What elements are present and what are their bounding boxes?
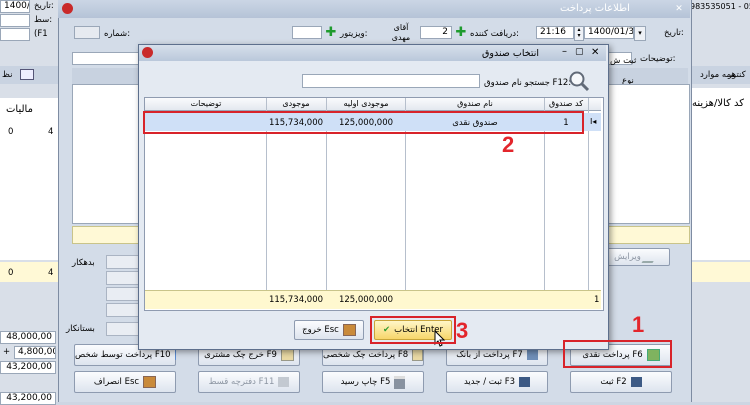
highlight-cash-payment bbox=[563, 340, 672, 368]
col-header-code[interactable]: کد صندوق bbox=[544, 99, 588, 108]
number-label: شماره: bbox=[104, 29, 130, 39]
col-header-initial[interactable]: موجودی اولیه bbox=[326, 99, 406, 108]
window-app-icon bbox=[62, 3, 73, 14]
visitor-field[interactable] bbox=[292, 26, 322, 39]
own-check-label: پرداخت چک شخصی F8 bbox=[323, 350, 408, 360]
bg-left-row-value: 0 bbox=[8, 127, 13, 137]
print-receipt-button[interactable]: چاپ رسید F5 bbox=[322, 371, 424, 393]
number-field[interactable] bbox=[74, 26, 100, 39]
bg-amount-1: 48,000,00 bbox=[0, 331, 56, 344]
add-receiver-icon[interactable]: ✚ bbox=[455, 27, 467, 39]
bg-left-grid bbox=[0, 98, 58, 260]
edit-icon bbox=[641, 251, 659, 263]
receiver-label: دریافت کننده: bbox=[470, 29, 519, 39]
bg-top-value: 983535051 - 051 bbox=[690, 2, 750, 11]
bg-amount-3: 43,200,00 bbox=[0, 361, 56, 374]
debtor-label: بدهکار bbox=[72, 258, 95, 268]
description-label: توضیحات: bbox=[640, 54, 676, 64]
dialog-search-label: جستجو نام صندوق F12: bbox=[484, 78, 571, 88]
bg-col-tax: مالیات bbox=[6, 104, 33, 115]
bg-right-grid bbox=[690, 88, 750, 260]
search-icon[interactable] bbox=[568, 70, 590, 92]
installment-book-label: دفترچه قسط F11 bbox=[209, 377, 275, 387]
annotation-step-1: 1 bbox=[632, 312, 644, 338]
bg-mail-icon[interactable] bbox=[20, 69, 34, 80]
bg-date-field[interactable]: 1400/01/31 bbox=[0, 0, 30, 13]
bank-payment-label: پرداخت از بانک F7 bbox=[456, 350, 523, 360]
dialog-maximize-icon[interactable]: ▢ bbox=[575, 47, 584, 57]
exit-esc-label: خروج Esc bbox=[302, 325, 339, 335]
all-items-label: همه موارد bbox=[700, 70, 736, 80]
dialog-app-icon bbox=[142, 47, 153, 58]
printer-icon bbox=[394, 376, 405, 389]
creditor-label: بستانکار bbox=[66, 324, 95, 334]
exit-door-icon bbox=[143, 376, 156, 388]
time-spin-icon[interactable]: ▴▾ bbox=[574, 26, 584, 41]
annotation-step-2: 2 bbox=[502, 132, 514, 158]
highlight-fund-row bbox=[143, 111, 584, 134]
highlight-select-button bbox=[370, 316, 456, 344]
bg-amount-2: 4,800,00 bbox=[14, 346, 56, 359]
save-new-label: ثبت / جدید F3 bbox=[464, 377, 515, 387]
bg-amount-4: 43,200,00 bbox=[0, 392, 56, 405]
footer-balance: 115,734,000 bbox=[267, 295, 325, 305]
person-payment-label: پرداخت توسط شخص F10 bbox=[75, 350, 171, 360]
footer-count: 1 bbox=[594, 295, 599, 305]
bg-right-sumrow bbox=[690, 262, 750, 282]
bg-small-label: نظ bbox=[2, 70, 12, 80]
add-visitor-icon[interactable]: ✚ bbox=[325, 27, 337, 39]
bg-plus-sign: + bbox=[3, 347, 10, 357]
bg-label-2: سط: bbox=[34, 15, 52, 25]
bg-left-sum-value: 0 bbox=[8, 268, 13, 278]
bg-left-digit: 4 bbox=[48, 127, 53, 137]
cash-title-fragment: ثبت ش bbox=[610, 56, 636, 66]
edit-button-label: ویرایش bbox=[614, 252, 641, 262]
save-button[interactable]: ثبت F2 bbox=[570, 371, 672, 393]
exit-icon bbox=[343, 324, 356, 336]
fund-search-input[interactable] bbox=[302, 74, 480, 88]
save-new-button[interactable]: ثبت / جدید F3 bbox=[446, 371, 548, 393]
date-label: تاریخ: bbox=[664, 28, 684, 38]
col-header-desc[interactable]: توضیحات bbox=[146, 99, 266, 108]
save-disk-icon bbox=[631, 377, 642, 387]
col-header-name[interactable]: نام صندوق bbox=[406, 99, 544, 108]
receiver-field[interactable]: 2 bbox=[420, 26, 452, 39]
bank-icon bbox=[527, 350, 538, 360]
bg-field-2[interactable] bbox=[0, 14, 30, 27]
row-indicator-icon: I◂ bbox=[590, 117, 596, 126]
cancel-label: انصراف Esc bbox=[94, 377, 139, 387]
print-receipt-label: چاپ رسید F5 bbox=[341, 377, 391, 387]
own-check-icon bbox=[412, 349, 423, 361]
bg-field-3[interactable] bbox=[0, 28, 30, 41]
dialog-title: انتخاب صندوق bbox=[482, 48, 539, 59]
customer-check-label: خرج چک مشتری F9 bbox=[204, 350, 277, 360]
payment-window-title: اطلاعات پرداخت bbox=[560, 3, 630, 14]
bg-date-label: تاریخ: bbox=[34, 1, 54, 11]
exit-esc-button[interactable]: خروج Esc bbox=[294, 320, 364, 340]
save-label: ثبت F2 bbox=[600, 377, 626, 387]
cancel-button[interactable]: انصراف Esc bbox=[74, 371, 176, 393]
save-new-icon bbox=[519, 377, 530, 387]
check-doc-icon bbox=[281, 349, 294, 361]
dialog-close-icon[interactable]: ✕ bbox=[591, 47, 599, 58]
time-field[interactable]: 21:16 bbox=[536, 26, 574, 39]
visitor-label: ویزیتور: bbox=[340, 29, 367, 39]
bg-left-sum-digit: 4 bbox=[48, 268, 53, 278]
col-header-balance[interactable]: موجودی bbox=[266, 99, 326, 108]
bg-label-3: (F1 bbox=[34, 29, 48, 39]
footer-initial: 125,000,000 bbox=[327, 295, 405, 305]
date-dropdown-icon[interactable]: ▾ bbox=[634, 26, 646, 41]
bg-col-item-code: کد کالا/هزینه bbox=[692, 98, 744, 109]
date-field[interactable]: 1400/01/31 bbox=[584, 26, 634, 39]
dialog-minimize-icon[interactable]: – bbox=[562, 46, 567, 57]
annotation-step-3: 3 bbox=[456, 318, 468, 344]
edit-button[interactable]: ویرایش bbox=[600, 248, 670, 266]
window-close-icon[interactable]: ✕ bbox=[672, 2, 686, 16]
installment-book-button[interactable]: دفترچه قسط F11 bbox=[198, 371, 300, 393]
book-icon bbox=[278, 377, 289, 387]
